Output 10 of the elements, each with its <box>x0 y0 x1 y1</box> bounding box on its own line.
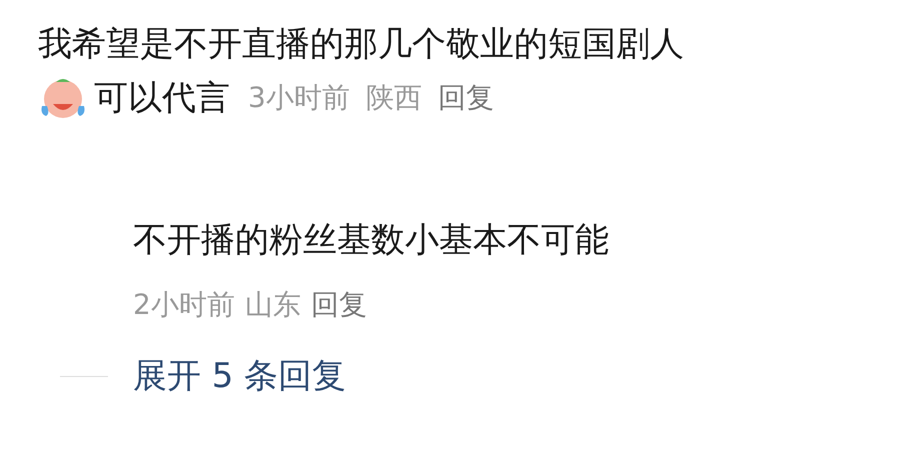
reply-location: 山东 <box>244 287 301 323</box>
reply-link[interactable]: 回复 <box>438 77 494 119</box>
comment-text: 我希望是不开直播的那几个敬业的短国剧人 <box>38 23 685 66</box>
reply-text: 不开播的粉丝基数小基本不可能 <box>133 219 610 262</box>
reply-time: 2小时前 <box>133 287 235 323</box>
comment-location: 陕西 <box>366 80 422 116</box>
comment-text-continued: 可以代言 <box>94 77 230 120</box>
comment-time: 3小时前 <box>248 80 350 116</box>
expand-replies-link[interactable]: 展开 5 条回复 <box>133 354 346 398</box>
reply-link[interactable]: 回复 <box>310 284 367 326</box>
